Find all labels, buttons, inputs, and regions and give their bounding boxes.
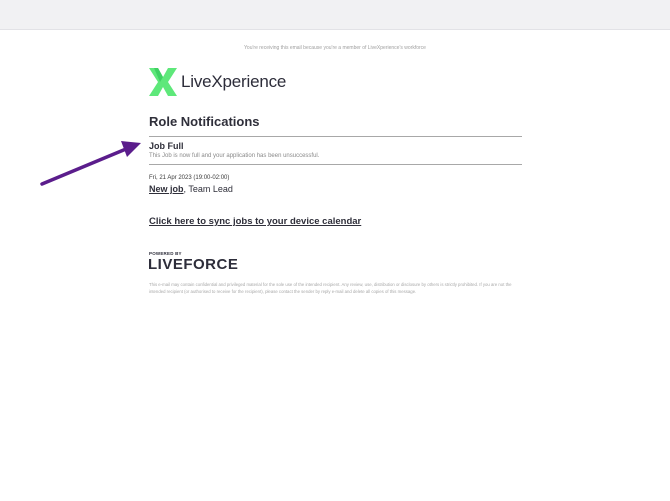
arrow-icon [40,141,141,186]
